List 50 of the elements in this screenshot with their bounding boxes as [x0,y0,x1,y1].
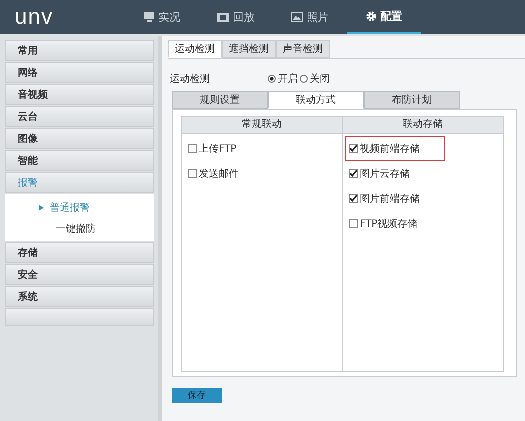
radio-button[interactable] [300,75,308,83]
submenu-item[interactable]: 一键撤防 [5,221,154,237]
checkbox[interactable] [349,194,358,203]
sidebar-item[interactable]: 音视频 [5,84,154,105]
sidebar-item[interactable]: 常用 [5,40,154,61]
sidebar-item[interactable]: 云台 [5,106,154,127]
check-icon [349,144,358,153]
tab[interactable]: 遮挡检测 [222,40,276,58]
tab[interactable]: 声音检测 [276,40,330,58]
check-icon [349,169,358,178]
sub-tab[interactable]: 规则设置 [172,91,268,109]
nav-tab[interactable]: 实况 [125,0,199,34]
check-icon [349,194,358,203]
film-icon [217,12,229,22]
sidebar-item[interactable]: 网络 [5,62,154,83]
sub-tab[interactable]: 布防计划 [364,91,460,109]
field-label: 运动检测 [170,72,211,86]
sidebar-item[interactable]: 图像 [5,128,154,149]
checkbox-label: 发送邮件 [199,168,239,180]
radio-label: 开启 [278,72,298,86]
logo: unv [15,4,54,30]
column-header: 常规联动 [182,117,342,134]
sidebar-item[interactable]: 存储 [5,242,154,263]
tab[interactable]: 运动检测 [168,40,222,58]
settings-icon [366,10,376,22]
column-header: 联动存储 [343,117,503,134]
photo-icon [291,12,303,22]
save-button[interactable]: 保存 [172,388,222,403]
sidebar-item[interactable]: 安全 [5,264,154,285]
nav-tab[interactable]: 照片 [273,0,347,34]
checkbox-label: 上传FTP [199,142,237,156]
monitor-icon [144,12,154,22]
checkbox[interactable] [188,144,197,153]
checkbox-label: 视频前端存储 [360,142,420,156]
checkbox-label: 图片云存储 [360,168,410,180]
radio-label: 关闭 [310,72,330,86]
sidebar-item[interactable]: 智能 [5,150,154,171]
checkbox[interactable] [349,144,358,153]
nav-tab[interactable]: 配置 [347,0,421,34]
submenu-item[interactable]: 普通报警 [5,200,154,216]
sidebar-item[interactable]: 系统 [5,286,154,307]
sub-tab[interactable]: 联动方式 [268,91,364,109]
checkbox[interactable] [349,219,358,228]
checkbox[interactable] [349,169,358,178]
nav-tab[interactable]: 回放 [199,0,273,34]
checkbox[interactable] [188,169,197,178]
checkbox-label: 图片前端存储 [360,192,420,206]
checkbox-label: FTP视频存储 [360,218,418,230]
radio-button[interactable] [268,75,276,83]
triangle-icon [39,205,44,211]
